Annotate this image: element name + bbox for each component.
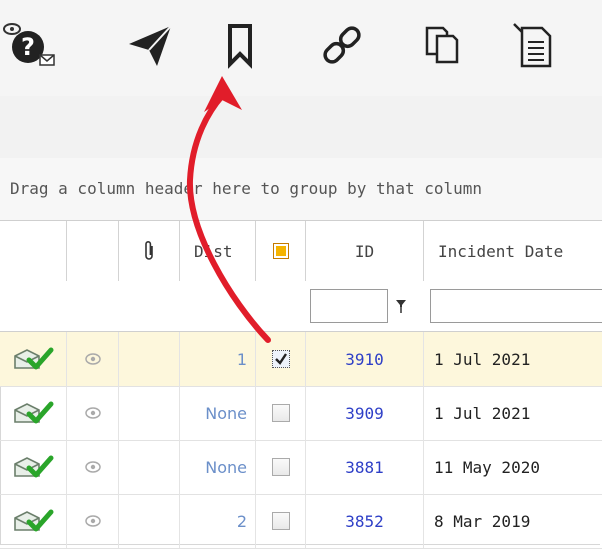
- cell-view[interactable]: [67, 440, 119, 494]
- cell-id[interactable]: 3881: [306, 440, 424, 494]
- copy-icon[interactable]: [412, 10, 472, 80]
- header-view[interactable]: [67, 221, 119, 281]
- row-checkbox[interactable]: [271, 512, 290, 530]
- cell-incident-date: 11 May 2020: [434, 457, 540, 477]
- send-icon[interactable]: [120, 10, 180, 80]
- cell-status[interactable]: [0, 332, 67, 386]
- cell-dist[interactable]: 2: [180, 494, 256, 548]
- header-incident-date[interactable]: Incident Date: [424, 221, 602, 281]
- checkmark-icon: [274, 353, 287, 365]
- group-by-panel[interactable]: Drag a column header here to group by th…: [0, 158, 602, 221]
- svg-text:?: ?: [21, 33, 35, 61]
- cell-id[interactable]: 3910: [306, 332, 424, 386]
- cell-dist[interactable]: None: [180, 386, 256, 440]
- envelope-check-icon: [14, 509, 54, 532]
- row-checkbox[interactable]: [271, 404, 290, 422]
- toolbar-secondary-strip: [0, 96, 602, 159]
- cell-attachment: [119, 386, 180, 440]
- grid-header: Dist ID Incident Date: [0, 221, 602, 282]
- eye-icon: [84, 407, 101, 419]
- cell-view[interactable]: [67, 386, 119, 440]
- cell-id[interactable]: 3852: [306, 494, 424, 548]
- row-checkbox[interactable]: [271, 350, 290, 368]
- table-row[interactable]: None 3909 1 Jul 2021: [0, 386, 602, 441]
- eye-icon: [84, 353, 101, 365]
- cell-incident-date: 1 Jul 2021: [434, 403, 531, 423]
- envelope-check-icon: [14, 455, 54, 478]
- incident-date-filter-input[interactable]: [430, 289, 602, 323]
- cell-status[interactable]: [0, 494, 67, 548]
- envelope-check-icon: [14, 401, 54, 424]
- help-icon[interactable]: ?: [0, 10, 60, 80]
- cell-select[interactable]: [256, 494, 306, 548]
- cell-incident-date: 8 Mar 2019: [434, 511, 531, 531]
- table-row[interactable]: None 3881 11 May 2020: [0, 440, 602, 495]
- link-icon[interactable]: [312, 10, 372, 80]
- cell-dist[interactable]: None: [180, 440, 256, 494]
- table-row[interactable]: 1 3910 1 Jul 2021: [0, 332, 602, 387]
- toolbar: ?: [0, 0, 602, 97]
- cell-incident-date: 1 Jul 2021: [434, 349, 531, 369]
- filter-icon[interactable]: [395, 299, 407, 315]
- cell-dist[interactable]: 1: [180, 332, 256, 386]
- cell-select[interactable]: [256, 440, 306, 494]
- envelope-check-icon: [14, 347, 54, 370]
- row-checkbox[interactable]: [271, 458, 290, 476]
- filter-row: [0, 281, 602, 332]
- select-all-checkbox[interactable]: [272, 243, 289, 259]
- cell-attachment: [119, 440, 180, 494]
- id-filter-input[interactable]: [310, 289, 388, 323]
- eye-icon: [84, 515, 101, 527]
- header-status[interactable]: [0, 221, 67, 281]
- cell-id[interactable]: 3909: [306, 386, 424, 440]
- cell-select[interactable]: [256, 332, 306, 386]
- header-attachment[interactable]: [119, 221, 180, 281]
- paperclip-icon: [145, 241, 153, 260]
- cell-status[interactable]: [0, 440, 67, 494]
- cell-select[interactable]: [256, 386, 306, 440]
- cell-view[interactable]: [67, 332, 119, 386]
- eye-icon: [84, 461, 101, 473]
- cell-attachment: [119, 494, 180, 548]
- header-select-all[interactable]: [256, 221, 306, 281]
- header-dist[interactable]: Dist: [180, 221, 256, 281]
- cell-status[interactable]: [0, 386, 67, 440]
- header-id[interactable]: ID: [306, 221, 424, 281]
- table-row[interactable]: 2 3852 8 Mar 2019: [0, 494, 602, 549]
- bookmark-icon[interactable]: [210, 10, 270, 80]
- cell-view[interactable]: [67, 494, 119, 548]
- document-edit-icon[interactable]: [505, 10, 565, 80]
- cell-attachment: [119, 332, 180, 386]
- group-by-hint: Drag a column header here to group by th…: [10, 179, 483, 198]
